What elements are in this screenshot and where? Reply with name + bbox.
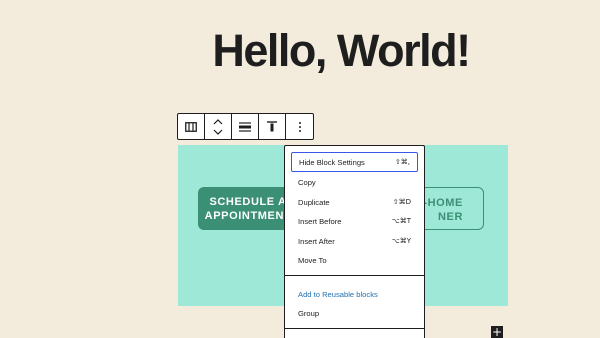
- block-type-button[interactable]: [178, 114, 205, 139]
- menu-item-hide-block-settings[interactable]: Hide Block Settings ⇧⌘,: [291, 152, 418, 172]
- menu-item-shortcut: ⇧⌘,: [394, 158, 410, 166]
- vertical-align-button[interactable]: [259, 114, 286, 139]
- plus-icon: +: [491, 325, 503, 338]
- columns-icon: [185, 121, 197, 132]
- menu-divider: [285, 328, 424, 329]
- menu-item-label: Copy: [298, 177, 316, 187]
- button-label-line-2: APPOINTMENT: [204, 210, 292, 222]
- menu-item-shortcut: ⌥⌘T: [391, 217, 411, 225]
- menu-divider: [285, 275, 424, 276]
- menu-item-label: Hide Block Settings: [299, 157, 365, 167]
- menu-item-label: Insert Before: [298, 216, 342, 226]
- menu-item-move-to[interactable]: Move To: [291, 250, 418, 270]
- move-block-button[interactable]: [205, 114, 232, 139]
- menu-item-label: Insert After: [298, 236, 335, 246]
- menu-item-insert-after[interactable]: Insert After ⌥⌘Y: [291, 231, 418, 251]
- menu-item-shortcut: ⇧⌘D: [392, 198, 411, 206]
- post-heading[interactable]: Hello, World!: [0, 24, 600, 78]
- menu-item-shortcut: ⌥⌘Y: [391, 237, 411, 245]
- block-toolbar: [177, 113, 314, 140]
- vertical-align-top-icon: [267, 121, 277, 132]
- menu-item-label: Group: [298, 308, 320, 318]
- button-label-line-1: SCHEDULE A: [209, 196, 287, 208]
- block-inserter-button[interactable]: +: [491, 326, 503, 338]
- menu-item-add-to-reusable-blocks[interactable]: Add to Reusable blocks: [291, 284, 418, 304]
- align-icon: [239, 121, 251, 132]
- menu-item-insert-before[interactable]: Insert Before ⌥⌘T: [291, 211, 418, 231]
- menu-item-label: Duplicate: [298, 197, 330, 207]
- align-button[interactable]: [232, 114, 259, 139]
- more-options-icon: [298, 121, 301, 132]
- block-options-menu: Hide Block Settings ⇧⌘, Copy Duplicate ⇧…: [284, 145, 425, 338]
- more-options-button[interactable]: [286, 114, 313, 139]
- schedule-appointment-button[interactable]: SCHEDULE A APPOINTMENT: [198, 187, 298, 230]
- menu-item-copy[interactable]: Copy: [291, 172, 418, 192]
- menu-item-label: Move To: [298, 255, 327, 265]
- menu-item-label: Add to Reusable blocks: [298, 289, 378, 299]
- move-up-down-icon: [213, 118, 223, 135]
- menu-item-group[interactable]: Group: [291, 303, 418, 323]
- menu-item-duplicate[interactable]: Duplicate ⇧⌘D: [291, 192, 418, 212]
